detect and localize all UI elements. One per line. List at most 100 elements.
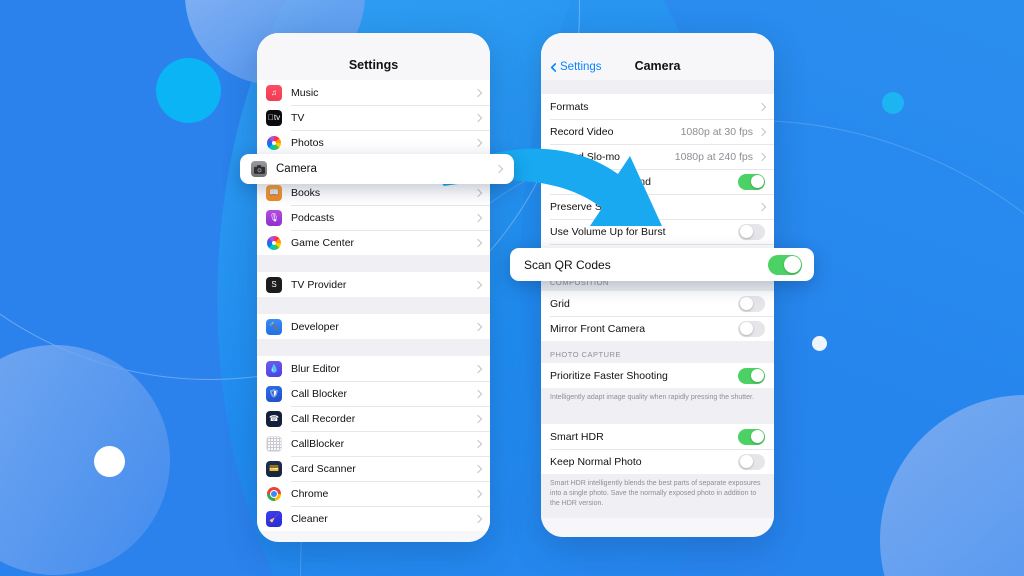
chevron-right-icon bbox=[473, 188, 483, 197]
list-item-game-center[interactable]: Game Center bbox=[257, 230, 490, 255]
list-item-label: Record Stereo Sound bbox=[550, 175, 651, 188]
list-item-label: Blur Editor bbox=[291, 362, 341, 375]
list-item-card-scanner[interactable]: 💳 Card Scanner bbox=[257, 456, 490, 481]
toggle-knob bbox=[750, 430, 764, 444]
list-item-developer[interactable]: 🔨 Developer bbox=[257, 314, 490, 339]
chevron-right-icon bbox=[473, 389, 483, 398]
list-section-gap bbox=[541, 80, 774, 94]
chevron-left-icon bbox=[550, 62, 557, 72]
list-item-prioritize-faster-shooting[interactable]: Prioritize Faster Shooting bbox=[541, 363, 774, 388]
list-item-label: Books bbox=[291, 186, 321, 199]
section-footnote: Smart HDR intelligently blends the best … bbox=[541, 474, 774, 518]
list-item-label: Card Scanner bbox=[291, 462, 356, 475]
list-item-call-recorder[interactable]: ☎ Call Recorder bbox=[257, 406, 490, 431]
chevron-right-icon bbox=[757, 127, 767, 136]
list-item-mirror-front-camera[interactable]: Mirror Front Camera bbox=[541, 316, 774, 341]
background-dot-white-mid bbox=[812, 336, 827, 351]
chevron-right-icon bbox=[473, 514, 483, 523]
icon-glyph: 📖 bbox=[269, 187, 279, 197]
list-item-smart-hdr[interactable]: Smart HDR bbox=[541, 424, 774, 450]
list-item-tv[interactable]: tv TV bbox=[257, 105, 490, 130]
callblocker-icon bbox=[266, 435, 282, 452]
chevron-right-icon bbox=[494, 164, 504, 174]
list-item-blur-editor[interactable]: 💧 Blur Editor bbox=[257, 356, 490, 381]
list-item-grid[interactable]: Grid bbox=[541, 291, 774, 316]
list-item-keep-normal-photo[interactable]: Keep Normal Photo bbox=[541, 449, 774, 475]
record-stereo-sound-toggle[interactable] bbox=[738, 173, 765, 190]
toggle-knob bbox=[783, 256, 801, 273]
list-item-label: Chrome bbox=[291, 487, 329, 500]
list-item-label: Cleaner bbox=[291, 512, 328, 525]
toggle-knob bbox=[739, 322, 753, 335]
use-volume-up-for-burst-toggle[interactable] bbox=[738, 223, 765, 240]
call-blocker-icon: 🛡 bbox=[266, 385, 282, 402]
camera-settings-list[interactable]: Formats Record Video 1080p at 30 fps Record… bbox=[541, 80, 774, 518]
blur-editor-icon: 💧 bbox=[266, 360, 282, 377]
highlight-scan-qr-row[interactable]: Scan QR Codes bbox=[510, 248, 814, 281]
list-item-tv-provider[interactable]: S TV Provider bbox=[257, 272, 490, 297]
toggle-knob bbox=[750, 175, 764, 188]
list-item-callblocker[interactable]: CallBlocker bbox=[257, 431, 490, 456]
chevron-right-icon bbox=[473, 88, 483, 97]
toggle-knob bbox=[739, 455, 753, 469]
list-item-record-slo-mo[interactable]: Record Slo-mo 1080p at 240 fps bbox=[541, 144, 774, 169]
icon-glyph: 🧹 bbox=[269, 513, 279, 523]
list-item-chrome[interactable]: Chrome bbox=[257, 481, 490, 506]
list-item-formats[interactable]: Formats bbox=[541, 94, 774, 119]
list-item-label: Record Slo-mo bbox=[550, 150, 621, 163]
highlight-camera-row[interactable]: Camera bbox=[240, 154, 514, 184]
list-item-preserve-settings[interactable]: Preserve Settings bbox=[541, 194, 774, 219]
prioritize-faster-shooting-toggle[interactable] bbox=[738, 367, 765, 384]
list-item-label: Preserve Settings bbox=[550, 200, 633, 213]
keep-normal-photo-toggle[interactable] bbox=[738, 453, 765, 470]
list-item-record-stereo-sound[interactable]: Record Stereo Sound bbox=[541, 169, 774, 194]
list-section: Smart HDR Keep Normal Photo bbox=[541, 424, 774, 475]
list-item-call-blocker[interactable]: 🛡 Call Blocker bbox=[257, 381, 490, 406]
chevron-right-icon bbox=[473, 322, 483, 331]
scan-qr-codes-toggle[interactable] bbox=[768, 254, 802, 275]
chevron-right-icon bbox=[757, 202, 767, 211]
chevron-right-icon bbox=[473, 489, 483, 498]
list-item-label: TV bbox=[291, 111, 305, 124]
background-dot-cyan-small bbox=[882, 92, 904, 114]
grid-toggle[interactable] bbox=[738, 295, 765, 312]
list-item-label: Podcasts bbox=[291, 211, 335, 224]
back-button-label: Settings bbox=[560, 61, 602, 73]
list-item-label: Game Center bbox=[291, 236, 355, 249]
list-item-label: Use Volume Up for Burst bbox=[550, 225, 666, 238]
camera-settings-screen: Settings Camera Formats Record Video 1080p… bbox=[541, 33, 774, 537]
background-dot-white-left bbox=[94, 446, 125, 477]
appletv-icon: tv bbox=[266, 109, 282, 126]
list-item-music[interactable]: ♫ Music bbox=[257, 80, 490, 105]
list-item-label: Call Recorder bbox=[291, 412, 356, 425]
icon-glyph: ☎ bbox=[269, 413, 279, 423]
grid-glyph-icon bbox=[267, 436, 281, 451]
smart-hdr-toggle[interactable] bbox=[738, 428, 765, 445]
highlight-scan-qr-label: Scan QR Codes bbox=[524, 257, 611, 272]
list-item-podcasts[interactable]: 🎙 Podcasts bbox=[257, 205, 490, 230]
list-item-label: CallBlocker bbox=[291, 437, 345, 450]
list-item-label: Developer bbox=[291, 320, 339, 333]
icon-glyph: 💧 bbox=[269, 363, 279, 373]
list-section: Prioritize Faster Shooting bbox=[541, 363, 774, 388]
list-item-cleaner[interactable]: 🧹 Cleaner bbox=[257, 506, 490, 531]
list-section: 🔨 Developer bbox=[257, 314, 490, 339]
list-item-use-volume-up-for-burst[interactable]: Use Volume Up for Burst bbox=[541, 219, 774, 244]
cleaner-icon: 🧹 bbox=[266, 510, 282, 527]
color-wheel-icon bbox=[267, 135, 281, 150]
screenshot-stage: Settings ♫MusictvTVPhotos📷Camera📖Books🎙… bbox=[0, 0, 1024, 576]
settings-list[interactable]: ♫MusictvTVPhotos📷Camera📖Books🎙PodcastsG… bbox=[257, 80, 490, 531]
list-item-label: Formats bbox=[550, 100, 589, 113]
list-section: Grid Mirror Front Camera bbox=[541, 291, 774, 341]
settings-screen: Settings ♫MusictvTVPhotos📷Camera📖Books🎙… bbox=[257, 33, 490, 542]
list-item-record-video[interactable]: Record Video 1080p at 30 fps bbox=[541, 119, 774, 144]
list-item-label: Record Video bbox=[550, 125, 614, 138]
books-icon: 📖 bbox=[266, 184, 282, 201]
highlight-camera-label: Camera bbox=[276, 163, 317, 175]
back-button[interactable]: Settings bbox=[549, 61, 602, 73]
mirror-front-camera-toggle[interactable] bbox=[738, 320, 765, 337]
list-item-label: Smart HDR bbox=[550, 430, 604, 443]
list-item-label: Photos bbox=[291, 136, 324, 149]
list-item-photos[interactable]: Photos bbox=[257, 130, 490, 155]
icon-glyph: 💳 bbox=[269, 463, 279, 473]
